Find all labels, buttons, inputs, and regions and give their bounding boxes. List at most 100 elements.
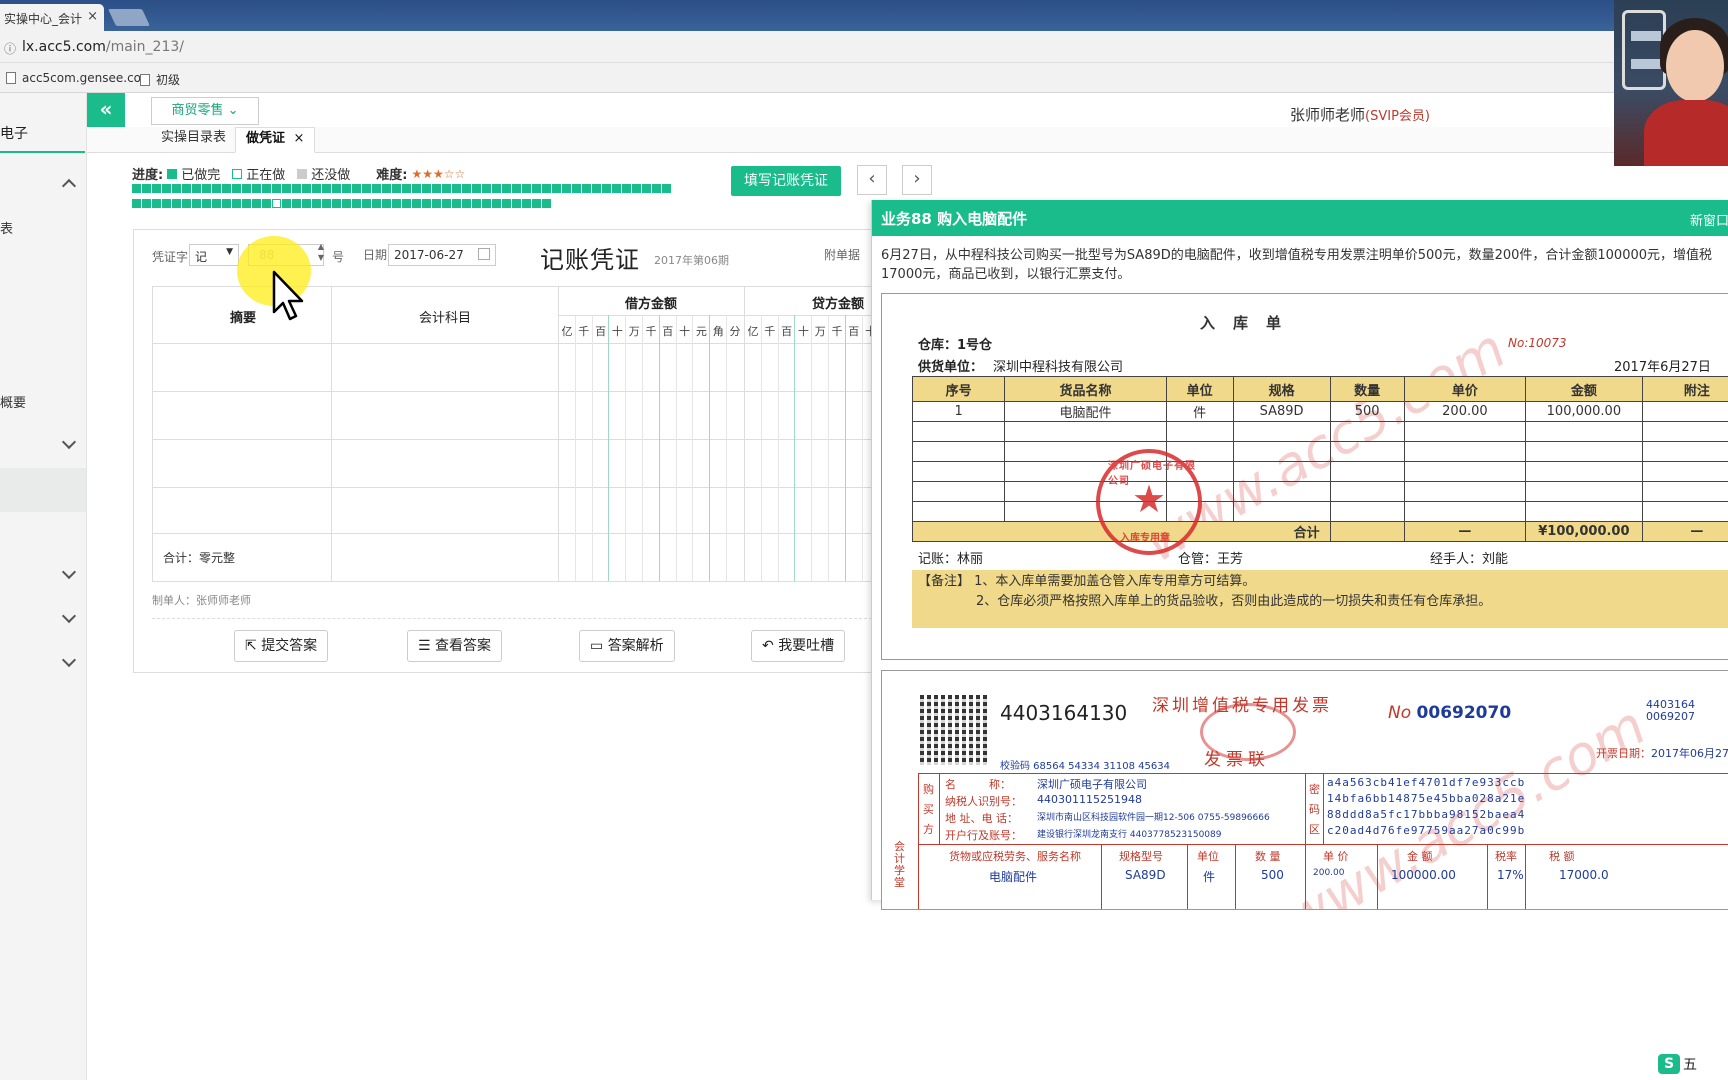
progress-cell[interactable] <box>242 184 251 193</box>
progress-cell[interactable] <box>132 199 141 208</box>
progress-cell[interactable] <box>202 184 211 193</box>
progress-cell[interactable] <box>372 199 381 208</box>
ime-indicator[interactable]: S 五 <box>1658 1054 1697 1074</box>
chevron-down-icon[interactable] <box>61 564 77 580</box>
progress-cell[interactable] <box>362 184 371 193</box>
info-icon[interactable]: ⓘ <box>4 40 16 57</box>
progress-cell[interactable] <box>272 199 281 208</box>
progress-cell[interactable] <box>432 184 441 193</box>
progress-cell[interactable] <box>172 199 181 208</box>
progress-cell[interactable] <box>532 184 541 193</box>
progress-cell[interactable] <box>232 199 241 208</box>
progress-cell[interactable] <box>522 184 531 193</box>
progress-cell[interactable] <box>622 184 631 193</box>
progress-cell[interactable] <box>552 184 561 193</box>
progress-cell[interactable] <box>382 199 391 208</box>
progress-cell[interactable] <box>442 184 451 193</box>
sidebar-item-selected[interactable] <box>0 468 86 512</box>
progress-cell[interactable] <box>592 184 601 193</box>
chevron-down-icon[interactable] <box>61 652 77 668</box>
progress-cell[interactable] <box>132 184 141 193</box>
address-bar[interactable]: ⓘ lx.acc5.com/main_213/ <box>0 31 1614 63</box>
progress-cell[interactable] <box>312 184 321 193</box>
progress-cell[interactable] <box>582 184 591 193</box>
stepper-icon[interactable]: ▲ ▼ <box>318 241 324 263</box>
progress-cell[interactable] <box>502 184 511 193</box>
progress-cell[interactable] <box>332 184 341 193</box>
progress-cell[interactable] <box>452 184 461 193</box>
progress-cell[interactable] <box>412 199 421 208</box>
sidebar-item-summary[interactable]: 概要 <box>0 392 26 411</box>
next-button[interactable]: › <box>902 165 932 195</box>
progress-cell[interactable] <box>372 184 381 193</box>
progress-cell[interactable] <box>172 184 181 193</box>
progress-cell[interactable] <box>322 184 331 193</box>
progress-cell[interactable] <box>462 199 471 208</box>
progress-cell[interactable] <box>632 184 641 193</box>
progress-cell[interactable] <box>422 199 431 208</box>
progress-cell[interactable] <box>262 184 271 193</box>
progress-cell[interactable] <box>352 199 361 208</box>
progress-cell[interactable] <box>332 199 341 208</box>
bookmark-item[interactable]: acc5com.gensee.co <box>6 71 141 85</box>
progress-cell[interactable] <box>542 199 551 208</box>
progress-cell[interactable] <box>542 184 551 193</box>
progress-cell[interactable] <box>642 184 651 193</box>
progress-cell[interactable] <box>652 184 661 193</box>
progress-cell[interactable] <box>452 199 461 208</box>
progress-cell[interactable] <box>462 184 471 193</box>
user-info[interactable]: 张师师老师(SVIP会员) <box>1290 104 1430 125</box>
progress-cell[interactable] <box>312 199 321 208</box>
collapse-sidebar-button[interactable]: « <box>87 93 125 127</box>
progress-cell[interactable] <box>662 184 671 193</box>
voucher-word-select[interactable]: 记 ▼ <box>189 244 239 266</box>
progress-cell[interactable] <box>212 199 221 208</box>
view-answer-button[interactable]: ☰ 查看答案 <box>407 630 503 662</box>
progress-cell[interactable] <box>382 184 391 193</box>
bookmark-item[interactable]: 初级 <box>140 71 180 88</box>
progress-cell[interactable] <box>222 184 231 193</box>
progress-cell[interactable] <box>602 184 611 193</box>
progress-cell[interactable] <box>532 199 541 208</box>
progress-cell[interactable] <box>492 184 501 193</box>
progress-cell[interactable] <box>342 199 351 208</box>
browser-tab[interactable]: 实操中心_会计 × <box>0 4 104 31</box>
progress-cell[interactable] <box>152 199 161 208</box>
progress-cell[interactable] <box>192 184 201 193</box>
chevron-down-icon[interactable] <box>61 434 77 450</box>
progress-cell[interactable] <box>282 199 291 208</box>
close-icon[interactable]: × <box>87 9 98 24</box>
answer-analysis-button[interactable]: ▭ 答案解析 <box>579 630 675 662</box>
new-tab-button[interactable] <box>108 9 150 26</box>
progress-cell[interactable] <box>282 184 291 193</box>
progress-cell[interactable] <box>302 199 311 208</box>
chevron-up-icon[interactable] <box>61 178 77 194</box>
progress-cell[interactable] <box>142 199 151 208</box>
progress-cell[interactable] <box>522 199 531 208</box>
progress-cell[interactable] <box>392 184 401 193</box>
progress-cell[interactable] <box>352 184 361 193</box>
progress-cell[interactable] <box>202 199 211 208</box>
progress-cell[interactable] <box>162 199 171 208</box>
progress-cell[interactable] <box>192 199 201 208</box>
progress-cell[interactable] <box>302 184 311 193</box>
category-dropdown[interactable]: 商贸零售 ⌄ <box>151 97 259 125</box>
progress-cell[interactable] <box>562 184 571 193</box>
chevron-down-icon[interactable] <box>61 608 77 624</box>
progress-cell[interactable] <box>272 184 281 193</box>
prev-button[interactable]: ‹ <box>857 165 887 195</box>
close-icon[interactable]: × <box>294 131 305 146</box>
tab-make-voucher[interactable]: 做凭证 × <box>235 127 316 153</box>
progress-cell[interactable] <box>252 199 261 208</box>
progress-cell[interactable] <box>482 184 491 193</box>
date-input[interactable]: 2017-06-27 <box>388 244 496 266</box>
progress-cell[interactable] <box>152 184 161 193</box>
progress-cell[interactable] <box>212 184 221 193</box>
submit-answer-button[interactable]: ⇱ 提交答案 <box>234 630 329 662</box>
progress-cell[interactable] <box>612 184 621 193</box>
new-window-link[interactable]: 新窗口 <box>1690 210 1728 229</box>
progress-cell[interactable] <box>432 199 441 208</box>
tab-catalog[interactable]: 实操目录表 <box>151 127 236 153</box>
progress-cell[interactable] <box>182 199 191 208</box>
progress-cell[interactable] <box>402 199 411 208</box>
